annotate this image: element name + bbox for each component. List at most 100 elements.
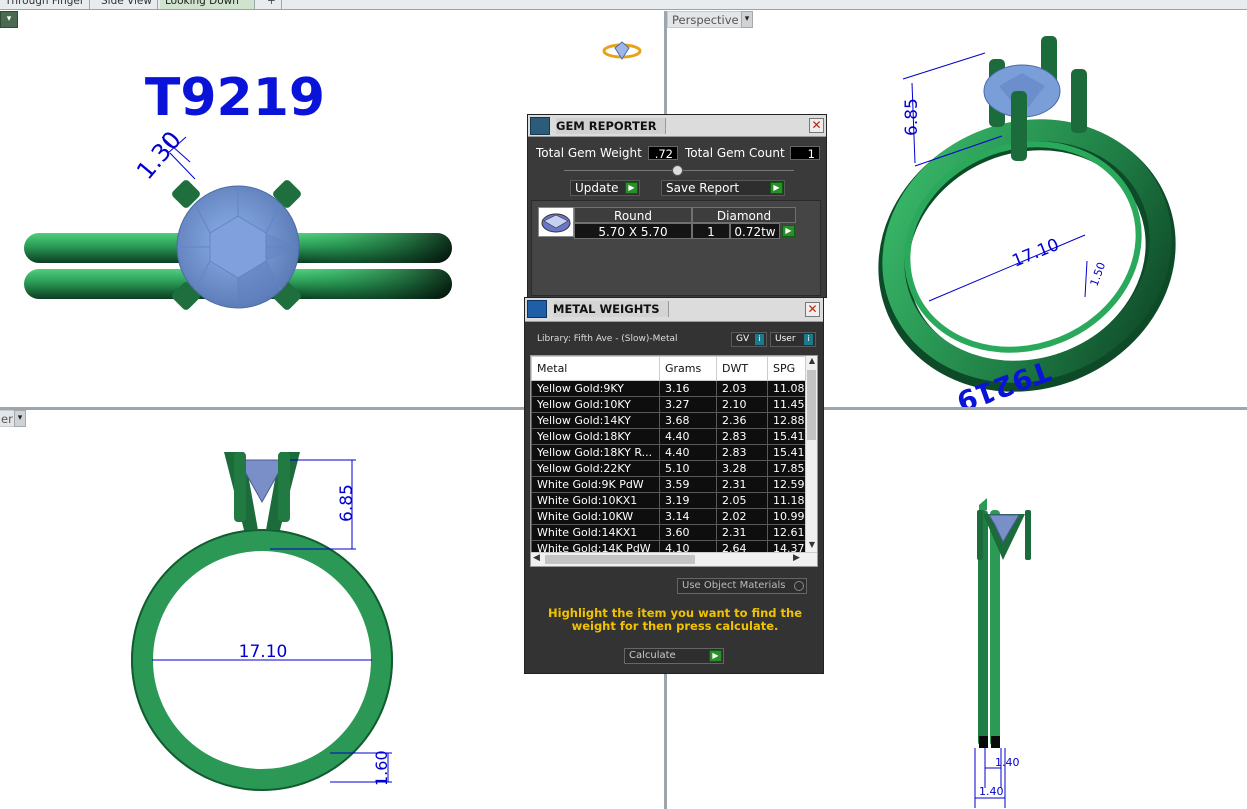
- metal-table-cell[interactable]: 3.68: [659, 412, 717, 429]
- svg-text:1.60: 1.60: [372, 750, 391, 786]
- metal-table-cell[interactable]: 5.10: [659, 460, 717, 477]
- metal-table-cell[interactable]: 3.28: [716, 460, 768, 477]
- svg-text:1.40: 1.40: [979, 785, 1004, 798]
- gem-size-cell[interactable]: 5.70 X 5.70: [574, 223, 692, 239]
- metal-table-cell[interactable]: Yellow Gold:18KY R...: [531, 444, 660, 461]
- tab-through-finger[interactable]: Through Finger: [0, 0, 91, 9]
- metal-table-cell[interactable]: White Gold:9K PdW: [531, 476, 660, 493]
- metal-table-cell[interactable]: 11.18: [767, 492, 807, 509]
- metal-table-cell[interactable]: 2.36: [716, 412, 768, 429]
- metal-table-row[interactable]: Yellow Gold:18KY R... 4.40 2.83 15.41: [531, 444, 807, 461]
- metal-table-cell[interactable]: 11.45: [767, 396, 807, 413]
- update-play-icon: ▶: [625, 182, 638, 194]
- column-header[interactable]: Grams: [659, 356, 717, 381]
- metal-table-vertical-scrollbar[interactable]: ▲ ▼: [805, 356, 817, 552]
- tab-add-button[interactable]: +: [262, 0, 282, 9]
- metal-table-cell[interactable]: White Gold:10KW: [531, 508, 660, 525]
- metal-table-cell[interactable]: White Gold:14KX1: [531, 524, 660, 541]
- metal-table-cell[interactable]: 2.83: [716, 444, 768, 461]
- save-report-button[interactable]: Save Report ▶: [661, 180, 785, 196]
- metal-table-cell[interactable]: 4.40: [659, 428, 717, 445]
- scroll-right-icon[interactable]: ▶: [793, 553, 800, 563]
- metal-table-cell[interactable]: 15.41: [767, 444, 807, 461]
- scroll-down-icon[interactable]: ▼: [806, 540, 817, 552]
- svg-text:1.40: 1.40: [995, 756, 1020, 769]
- update-button[interactable]: Update ▶: [570, 180, 640, 196]
- gem-shape-cell[interactable]: Round: [574, 207, 692, 223]
- gv-toggle[interactable]: GV i: [731, 332, 767, 347]
- calculate-play-icon: ▶: [709, 650, 722, 662]
- metal-table-cell[interactable]: 3.60: [659, 524, 717, 541]
- metal-table-cell[interactable]: Yellow Gold:18KY: [531, 428, 660, 445]
- metal-table-cell[interactable]: 4.40: [659, 444, 717, 461]
- metal-table-cell[interactable]: 2.10: [716, 396, 768, 413]
- gem-reporter-titlebar[interactable]: GEM REPORTER ✕: [528, 115, 826, 137]
- metal-table-container[interactable]: Metal Grams DWT SPG Yellow Gold:9KY 3.16 2.03 1…: [530, 355, 818, 567]
- metal-table-cell[interactable]: 15.41: [767, 428, 807, 445]
- metal-table-cell[interactable]: 3.19: [659, 492, 717, 509]
- gem-row-play-icon[interactable]: ▶: [782, 225, 795, 237]
- metal-table-cell[interactable]: 3.59: [659, 476, 717, 493]
- calculate-button[interactable]: Calculate ▶: [624, 648, 724, 664]
- metal-weights-close-button[interactable]: ✕: [805, 302, 820, 317]
- metal-table-header[interactable]: Metal Grams DWT SPG: [531, 356, 807, 381]
- metal-table-cell[interactable]: 12.61: [767, 524, 807, 541]
- metal-table-row[interactable]: Yellow Gold:9KY 3.16 2.03 11.08: [531, 380, 807, 397]
- tab-looking-down[interactable]: Looking Down: [160, 0, 255, 9]
- metal-table-cell[interactable]: 2.03: [716, 380, 768, 397]
- metal-table-row[interactable]: White Gold:10KW 3.14 2.02 10.99: [531, 508, 807, 525]
- use-object-materials-toggle[interactable]: Use Object Materials: [677, 578, 807, 594]
- metal-table-cell[interactable]: 3.16: [659, 380, 717, 397]
- scroll-up-icon[interactable]: ▲: [806, 356, 817, 368]
- tab-side-view[interactable]: Side View: [96, 0, 158, 9]
- metal-table-horizontal-scrollbar[interactable]: ◀ ▶: [531, 552, 817, 566]
- total-gem-count-label: Total Gem Count: [685, 146, 785, 160]
- save-report-play-icon: ▶: [770, 182, 783, 194]
- metal-table-cell[interactable]: 12.59: [767, 476, 807, 493]
- user-toggle[interactable]: User i: [770, 332, 816, 347]
- metal-table-cell[interactable]: 2.31: [716, 524, 768, 541]
- gem-type-cell[interactable]: Diamond: [692, 207, 796, 223]
- metal-table-cell[interactable]: White Gold:10KX1: [531, 492, 660, 509]
- vertical-scroll-thumb[interactable]: [807, 370, 816, 440]
- metal-table-row[interactable]: White Gold:14KX1 3.60 2.31 12.61: [531, 524, 807, 541]
- scroll-left-icon[interactable]: ◀: [533, 553, 540, 563]
- gem-slider-knob[interactable]: [672, 165, 683, 176]
- metal-table-cell[interactable]: 17.85: [767, 460, 807, 477]
- svg-text:1.30: 1.30: [131, 126, 187, 185]
- metal-table-cell[interactable]: 3.27: [659, 396, 717, 413]
- gem-reporter-close-button[interactable]: ✕: [809, 118, 824, 133]
- metal-table[interactable]: Metal Grams DWT SPG Yellow Gold:9KY 3.16 2.03 1…: [531, 356, 807, 557]
- svg-text:17.10: 17.10: [1009, 235, 1062, 272]
- metal-table-row[interactable]: White Gold:10KX1 3.19 2.05 11.18: [531, 492, 807, 509]
- metal-table-row[interactable]: Yellow Gold:18KY 4.40 2.83 15.41: [531, 428, 807, 445]
- metal-table-cell[interactable]: 3.14: [659, 508, 717, 525]
- metal-table-cell[interactable]: 2.02: [716, 508, 768, 525]
- metal-table-row[interactable]: Yellow Gold:10KY 3.27 2.10 11.45: [531, 396, 807, 413]
- metal-table-cell[interactable]: 10.99: [767, 508, 807, 525]
- metal-table-cell[interactable]: Yellow Gold:14KY: [531, 412, 660, 429]
- metal-table-cell[interactable]: 2.05: [716, 492, 768, 509]
- metal-table-cell[interactable]: Yellow Gold:9KY: [531, 380, 660, 397]
- gem-weight-cell[interactable]: 0.72tw: [730, 223, 780, 239]
- metal-weights-icon: [527, 300, 547, 318]
- column-header[interactable]: Metal: [531, 356, 660, 381]
- column-header[interactable]: SPG: [767, 356, 807, 381]
- round-gem-thumbnail-icon[interactable]: [538, 207, 574, 237]
- gem-reporter-icon: [530, 117, 550, 135]
- metal-weights-titlebar[interactable]: METAL WEIGHTS ✕: [525, 298, 823, 322]
- gem-count-cell[interactable]: 1: [692, 223, 730, 239]
- metal-table-cell[interactable]: 12.88: [767, 412, 807, 429]
- user-info-icon: i: [804, 334, 813, 345]
- metal-table-row[interactable]: White Gold:9K PdW 3.59 2.31 12.59: [531, 476, 807, 493]
- metal-weights-dialog: METAL WEIGHTS ✕ Library: Fifth Ave - (Sl…: [524, 297, 824, 674]
- metal-table-cell[interactable]: Yellow Gold:22KY: [531, 460, 660, 477]
- column-header[interactable]: DWT: [716, 356, 768, 381]
- metal-table-row[interactable]: Yellow Gold:14KY 3.68 2.36 12.88: [531, 412, 807, 429]
- metal-table-cell[interactable]: Yellow Gold:10KY: [531, 396, 660, 413]
- metal-table-row[interactable]: Yellow Gold:22KY 5.10 3.28 17.85: [531, 460, 807, 477]
- metal-table-cell[interactable]: 2.31: [716, 476, 768, 493]
- metal-table-cell[interactable]: 11.08: [767, 380, 807, 397]
- metal-table-cell[interactable]: 2.83: [716, 428, 768, 445]
- horizontal-scroll-thumb[interactable]: [545, 555, 695, 564]
